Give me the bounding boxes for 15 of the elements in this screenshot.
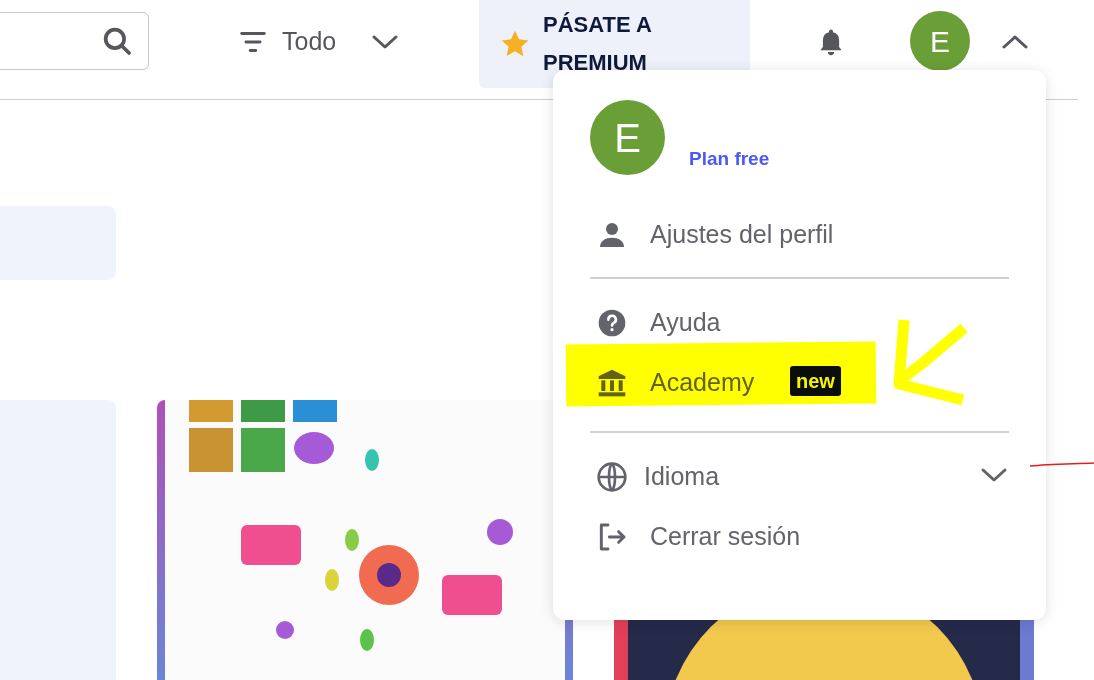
menu-item[interactable]: Academy (590, 361, 755, 405)
globe-icon (596, 461, 628, 493)
menu-item[interactable]: Cerrar sesión (590, 515, 801, 559)
menu-item[interactable]: Ayuda (590, 301, 721, 345)
user-avatar[interactable]: E (910, 11, 970, 71)
pen-stroke (1029, 462, 1094, 467)
new-badge: new (790, 366, 841, 396)
help-icon (596, 307, 628, 339)
menu-item[interactable]: Idioma (590, 455, 720, 499)
plan-label: Plan free (689, 148, 770, 170)
menu-item[interactable]: Ajustes del perfil (590, 213, 834, 257)
filter-dropdown[interactable]: Todo (236, 20, 401, 64)
user-avatar: E (590, 100, 665, 175)
search-field[interactable] (0, 12, 149, 70)
bank-icon (596, 367, 628, 399)
